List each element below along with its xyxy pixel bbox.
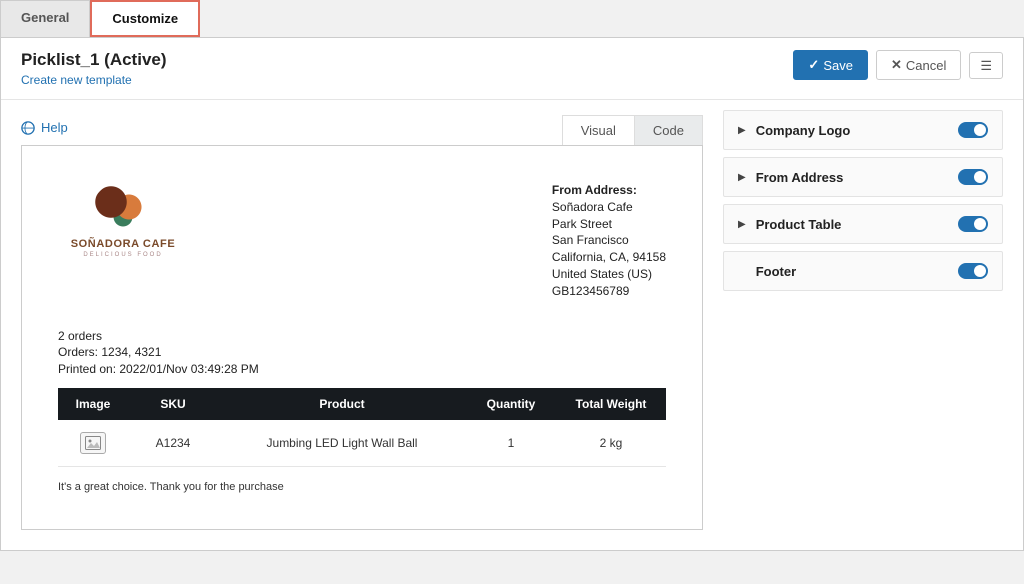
top-tabs: General Customize: [0, 0, 1024, 38]
option-company-logo[interactable]: ▶ Company Logo: [723, 110, 1003, 150]
image-placeholder-icon: [80, 432, 106, 454]
more-menu-button[interactable]: ☰: [969, 52, 1003, 79]
from-street: Park Street: [552, 216, 666, 233]
from-region: California, CA, 94158: [552, 249, 666, 266]
cell-qty: 1: [466, 420, 556, 467]
option-footer[interactable]: ▶ Footer: [723, 251, 1003, 291]
tab-customize[interactable]: Customize: [90, 0, 200, 37]
logo-sub: DELICIOUS FOOD: [58, 252, 188, 258]
template-preview: SOÑADORA CAFE DELICIOUS FOOD From Addres…: [21, 145, 703, 530]
option-from-address[interactable]: ▶ From Address: [723, 157, 1003, 197]
view-tab-visual[interactable]: Visual: [562, 115, 634, 145]
th-sku: SKU: [128, 388, 218, 420]
save-button-label: Save: [823, 58, 853, 73]
from-city: San Francisco: [552, 232, 666, 249]
order-meta: 2 orders Orders: 1234, 4321 Printed on: …: [58, 328, 666, 378]
help-link[interactable]: Help: [41, 120, 68, 135]
toggle-product-table[interactable]: [958, 216, 988, 232]
chevron-right-icon: ▶: [738, 125, 746, 136]
th-image: Image: [58, 388, 128, 420]
from-vat: GB123456789: [552, 283, 666, 300]
from-name: Soñadora Cafe: [552, 199, 666, 216]
orders-list: Orders: 1234, 4321: [58, 344, 666, 361]
cell-image: [58, 420, 128, 467]
option-label: Product Table: [756, 217, 842, 232]
help-icon: [21, 121, 35, 135]
logo-name: SOÑADORA CAFE: [58, 238, 188, 250]
option-label: From Address: [756, 170, 844, 185]
toggle-footer[interactable]: [958, 263, 988, 279]
view-mode-tabs: Visual Code: [562, 115, 703, 145]
from-address-block: From Address: Soñadora Cafe Park Street …: [552, 182, 666, 300]
footer-text: It's a great choice. Thank you for the p…: [58, 481, 666, 493]
th-weight: Total Weight: [556, 388, 666, 420]
option-label: Footer: [756, 264, 796, 279]
orders-count: 2 orders: [58, 328, 666, 345]
logo-image-icon: [93, 182, 153, 232]
create-template-link[interactable]: Create new template: [21, 73, 132, 87]
hamburger-icon: ☰: [980, 59, 992, 72]
toggle-from-address[interactable]: [958, 169, 988, 185]
option-label: Company Logo: [756, 123, 851, 138]
from-country: United States (US): [552, 266, 666, 283]
cancel-button-label: Cancel: [906, 58, 946, 73]
tab-general[interactable]: General: [0, 0, 90, 37]
product-table: Image SKU Product Quantity Total Weight: [58, 388, 666, 467]
cell-weight: 2 kg: [556, 420, 666, 467]
page-title: Picklist_1 (Active): [21, 50, 167, 70]
title-bar: Picklist_1 (Active) Create new template …: [1, 38, 1023, 100]
check-icon: ✓: [808, 57, 819, 73]
th-qty: Quantity: [466, 388, 556, 420]
options-panel: ▶ Company Logo ▶ From Address ▶ Produc: [723, 110, 1003, 530]
th-product: Product: [218, 388, 466, 420]
cell-sku: A1234: [128, 420, 218, 467]
toggle-company-logo[interactable]: [958, 122, 988, 138]
company-logo: SOÑADORA CAFE DELICIOUS FOOD: [58, 182, 188, 300]
view-tab-code[interactable]: Code: [634, 115, 703, 145]
printed-on: Printed on: 2022/01/Nov 03:49:28 PM: [58, 361, 666, 378]
cancel-button[interactable]: ✕ Cancel: [876, 50, 961, 80]
option-product-table[interactable]: ▶ Product Table: [723, 204, 1003, 244]
cell-product: Jumbing LED Light Wall Ball: [218, 420, 466, 467]
from-heading: From Address:: [552, 182, 666, 199]
chevron-right-icon: ▶: [738, 172, 746, 183]
chevron-right-icon: ▶: [738, 219, 746, 230]
x-icon: ✕: [891, 57, 902, 73]
table-row: A1234 Jumbing LED Light Wall Ball 1 2 kg: [58, 420, 666, 467]
save-button[interactable]: ✓ Save: [793, 50, 868, 80]
